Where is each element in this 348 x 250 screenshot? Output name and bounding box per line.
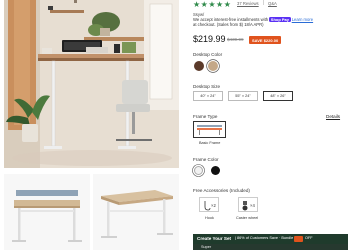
size-option-40x24[interactable]: 40" × 24" [193,91,223,101]
bundle-title: Create Your Set [197,236,232,241]
desktop-size-label: Desktop Size [193,84,221,89]
thumbnail-image-1[interactable] [4,174,90,250]
caster-wheel-icon [242,201,248,211]
frame-details-link[interactable]: Details [326,114,340,119]
size-option-55x24[interactable]: 55" × 24" [228,91,258,101]
compare-at-price: $439.99 [227,37,244,42]
rating-stars: ★★★★★ [193,0,232,9]
promo-line-2: at checkout. (Sales from $) 18/A APR) [193,22,264,28]
main-product-image[interactable] [4,0,179,168]
thumbnail-image-2[interactable] [93,174,179,250]
hook-icon [204,201,211,211]
bundle-offer: | 86% of Customers Save · Bundle & [235,236,297,240]
desktop-color-oak-swatch[interactable] [207,60,219,72]
caster-wheel-label: Caster wheel [236,216,259,220]
hook-accessory: ×2 [199,197,219,212]
rating-separator: | [263,0,265,6]
product-details: ★★★★★ 37 Reviews | Q&A Ssyw/ We accept i… [193,0,348,250]
frame-type-label: Frame Type [193,114,218,119]
accessories-label: Free Accessories (Included) [193,188,250,193]
size-option-48x26[interactable]: 48" × 26" [263,91,293,101]
hook-label: Hook [205,216,214,220]
save-badge: SAVE $220.00 [249,36,282,44]
desk-frame-icon [197,125,222,135]
product-gallery [0,0,185,250]
qa-link[interactable]: Q&A [268,1,277,6]
frame-color-white-swatch[interactable] [194,166,203,175]
learn-more-link[interactable]: Learn more [292,17,313,22]
create-your-set-bar[interactable]: Create Your Set | 86% of Customers Save … [193,234,348,244]
caster-qty: ×4 [250,203,255,208]
bundle-discount-badge [294,236,303,242]
shop-pay-logo: Shop Pay [269,17,291,23]
desktop-color-walnut-swatch[interactable] [194,61,204,71]
frame-color-label: Frame Color [193,157,219,162]
bundle-item-row[interactable]: Super [193,244,348,250]
installment-promo: Ssyw/ We accept interest-free installmen… [193,12,343,28]
hook-qty: ×2 [211,203,216,208]
bundle-item-label: Super [201,244,212,249]
reviews-link[interactable]: 37 Reviews [237,1,259,6]
caster-accessory: ×4 [238,197,258,212]
current-price: $219.99 [193,34,226,44]
bundle-off-label: OFF [305,236,313,240]
basic-frame-option[interactable] [193,121,226,138]
desktop-color-label: Desktop Color [193,52,223,57]
basic-frame-label: Basic Frame [199,141,221,145]
frame-color-black-swatch[interactable] [211,166,220,175]
